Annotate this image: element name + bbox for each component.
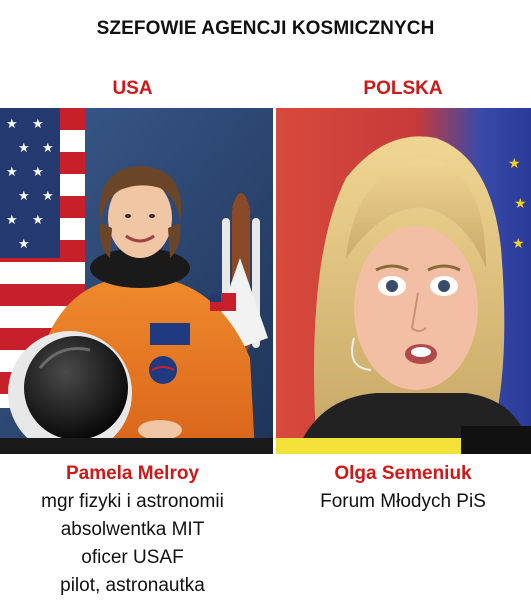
credential-line: Forum Młodych PiS (320, 491, 486, 512)
credential-line: absolwentka MIT (60, 519, 205, 540)
svg-text:★: ★ (32, 165, 44, 180)
svg-text:★: ★ (32, 117, 44, 132)
name-patch-icon (150, 323, 190, 345)
svg-text:★: ★ (42, 141, 54, 156)
svg-text:★: ★ (512, 236, 525, 252)
credential-line: mgr fizyki i astronomii (41, 491, 224, 512)
left-caption: Pamela Melroy mgr fizyki i astronomii ab… (0, 460, 265, 600)
credential-line: pilot, astronautka (60, 575, 205, 596)
svg-text:★: ★ (6, 165, 18, 180)
helmet-icon (8, 331, 132, 454)
svg-text:★: ★ (508, 156, 521, 172)
country-label-poland: POLSKA (363, 78, 443, 99)
astronaut-photo: ★ ★ ★ ★ ★ ★ ★ ★ ★ ★ ★ (0, 108, 273, 454)
person-name-right: Olga Semeniuk (334, 463, 472, 484)
svg-text:★: ★ (32, 213, 44, 228)
politician-photo: ★ ★ ★ (276, 108, 531, 454)
svg-text:★: ★ (18, 189, 30, 204)
svg-text:★: ★ (514, 196, 527, 212)
person-name-left: Pamela Melroy (65, 463, 200, 484)
svg-text:★: ★ (18, 237, 30, 252)
svg-text:★: ★ (18, 141, 30, 156)
right-caption: Olga Semeniuk Forum Młodych PiS (275, 460, 531, 516)
svg-text:★: ★ (6, 213, 18, 228)
svg-text:★: ★ (42, 189, 54, 204)
page-title: SZEFOWIE AGENCJI KOSMICZNYCH (96, 18, 435, 39)
credential-line: oficer USAF (81, 547, 184, 568)
svg-text:★: ★ (6, 117, 18, 132)
country-label-usa: USA (112, 78, 153, 99)
